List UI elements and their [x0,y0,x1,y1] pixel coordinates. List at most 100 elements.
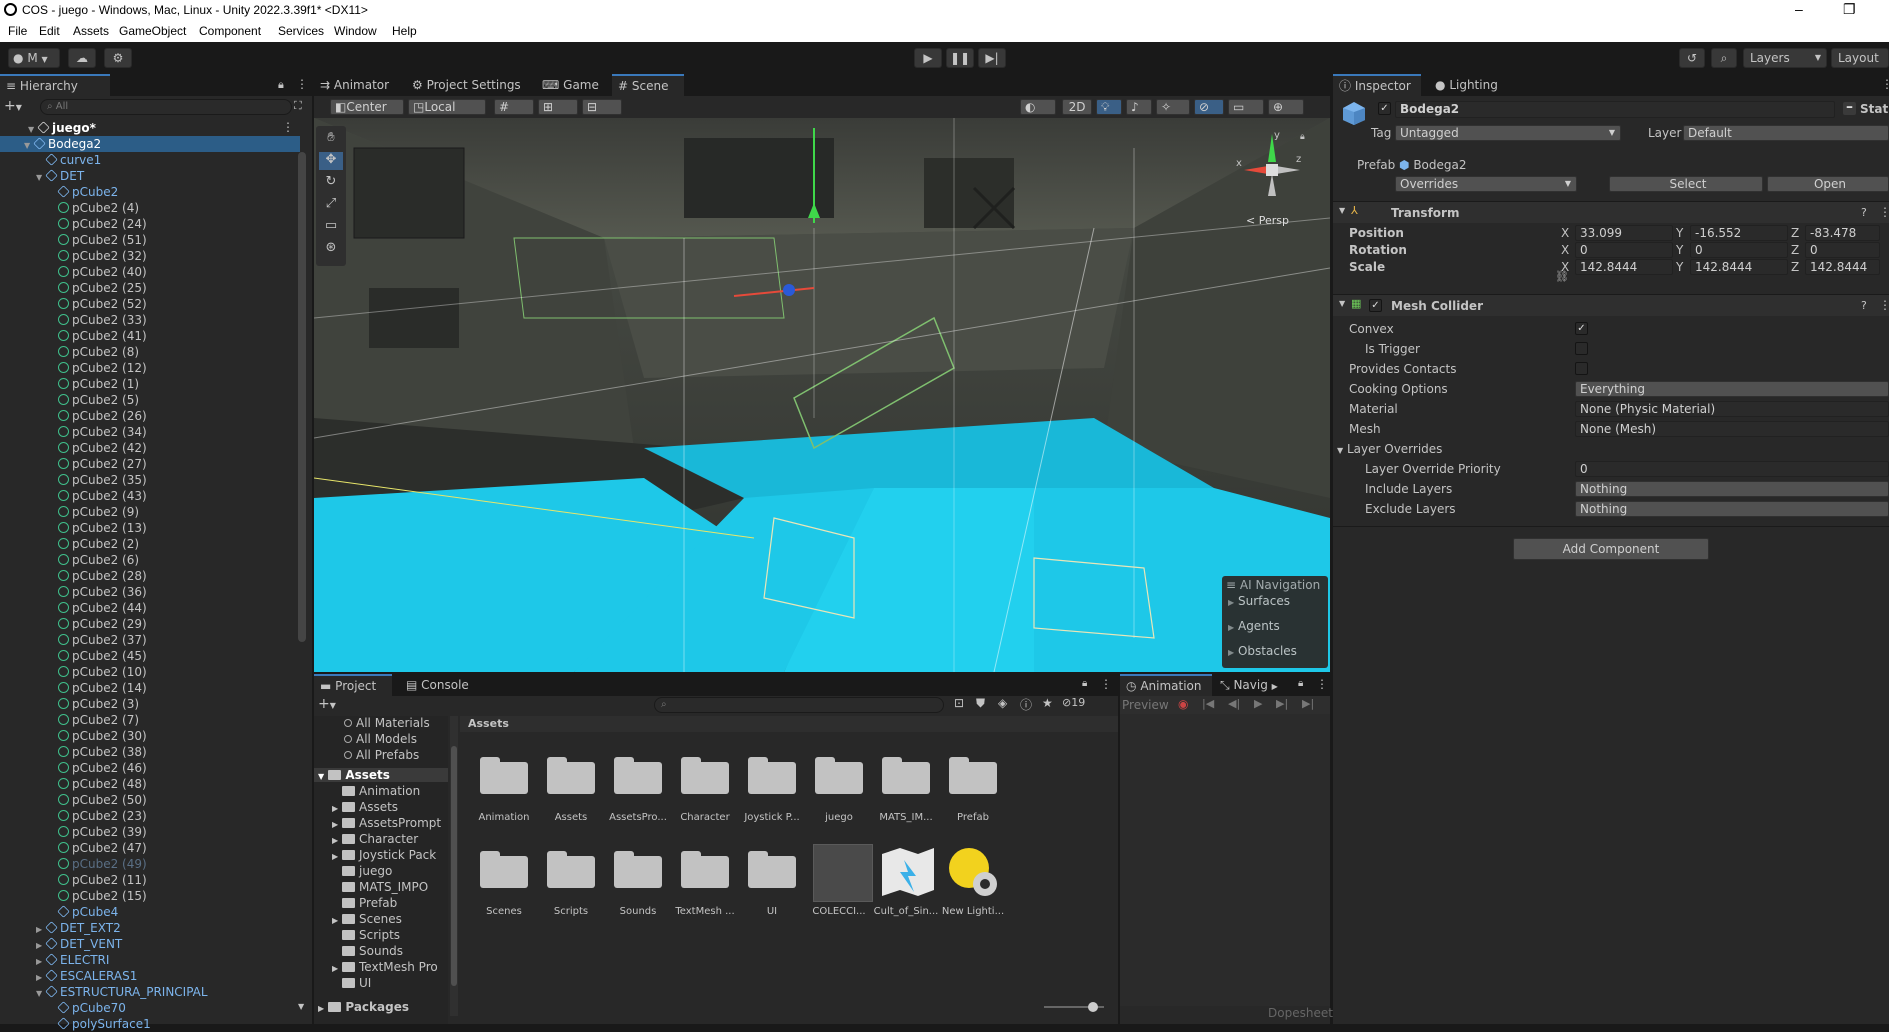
project-create-button[interactable]: +▼ [318,696,336,712]
hierarchy-item[interactable]: pCube2 (45) [48,648,147,664]
favorite-all-materials[interactable]: All Materials [344,716,430,730]
overrides-dropdown[interactable]: Overrides ▼ [1395,176,1577,192]
play-button[interactable]: ▶ [914,48,942,68]
ai-nav-obstacles[interactable]: ▶ Obstacles [1228,644,1297,658]
chevron-down-icon[interactable]: ▼ [24,138,34,154]
is-trigger-checkbox[interactable] [1575,342,1588,355]
hierarchy-item[interactable]: pCube2 (26) [48,408,147,424]
tab-project[interactable]: ▬ Project [314,674,392,696]
hierarchy-item[interactable]: pCube2 (51) [48,232,147,248]
hidden-packages-counter[interactable]: ⊘19 [1062,696,1085,709]
tree-folder-item[interactable]: ▶ Joystick Pack [332,848,436,862]
menu-gameobject[interactable]: GameObject [119,24,186,38]
orientation-gizmo[interactable]: y x z [1232,130,1312,210]
menu-window[interactable]: Window [334,24,377,38]
menu-component[interactable]: Component [199,24,261,38]
scroll-down-icon[interactable]: ▼ [298,1002,304,1011]
menu-file[interactable]: File [8,24,27,38]
preview-toggle[interactable]: Preview [1122,698,1169,712]
asset-tile[interactable]: New Lighti... [933,844,1013,932]
hierarchy-item[interactable]: pCube2 (29) [48,616,147,632]
hierarchy-item[interactable]: pCube2 (2) [48,536,139,552]
prev-key-icon[interactable]: ◀| [1228,697,1240,710]
chevron-right-icon[interactable]: ▶ [332,836,342,845]
toggle-2d-button[interactable]: 2D [1062,99,1092,115]
cooking-options-dropdown[interactable]: Everything [1575,381,1889,397]
exclude-layers-dropdown[interactable]: Nothing [1575,501,1889,517]
tree-folder-item[interactable]: ▶ Character [332,832,418,846]
ai-nav-surfaces[interactable]: ▶ Surfaces [1228,594,1290,608]
project-tree-scrollbar[interactable] [450,716,458,1016]
tab-console[interactable]: ▤ Console [400,674,478,696]
audio-toggle[interactable]: ♪ [1126,99,1152,115]
info-icon[interactable]: ⓘ [1020,696,1032,713]
undo-history-button[interactable]: ↺ [1679,48,1705,68]
component-menu-icon[interactable]: ⋮ [1879,205,1889,219]
minimize-button[interactable]: – [1795,1,1803,17]
layout-dropdown[interactable]: Layout [1831,48,1889,68]
cloud-button[interactable]: ☁ [68,48,96,68]
step-button[interactable]: ▶| [978,48,1006,68]
axis-z-label[interactable]: Z [1791,226,1799,240]
hierarchy-item[interactable]: polySurface1 [48,1016,151,1032]
hierarchy-item[interactable]: pCube2 (27) [48,456,147,472]
project-search-input[interactable]: ⌕ [654,697,944,713]
scroll-thumb[interactable] [451,746,457,986]
tree-folder-item[interactable]: ▶ Scenes [332,912,402,926]
chevron-down-icon[interactable]: ▼ [36,986,46,1002]
collab-button[interactable]: ⚙ [104,48,132,68]
project-breadcrumb[interactable]: Assets [460,716,1118,732]
tree-folder-item[interactable]: UI [332,976,371,990]
prefab-asset-link[interactable]: ⬢ Bodega2 [1399,158,1467,172]
search-filter-icon[interactable]: ⛶ [294,99,302,113]
axis-y-label[interactable]: Y [1676,226,1683,240]
hierarchy-item[interactable]: pCube2 (35) [48,472,147,488]
hierarchy-item[interactable]: pCube70 [48,1000,126,1016]
material-field[interactable]: None (Physic Material) [1575,401,1889,417]
label-icon[interactable]: ◈ [998,696,1007,710]
constrain-proportions-icon[interactable]: ⛓ [1555,270,1569,283]
hierarchy-item[interactable]: pCube2 (30) [48,728,147,744]
snap-increment-dropdown[interactable]: ⊞ [538,99,578,115]
hierarchy-item[interactable]: pCube2 (43) [48,488,147,504]
hierarchy-item[interactable]: pCube2 (14) [48,680,147,696]
mesh-collider-header[interactable]: ▼ ▦ ✓ Mesh Collider ? ⋮ [1333,294,1889,316]
hierarchy-item[interactable]: ▼ ESTRUCTURA_PRINCIPAL [36,984,208,1000]
hierarchy-item[interactable]: pCube2 (41) [48,328,147,344]
scene-root[interactable]: ▼ juego* [28,120,96,136]
hierarchy-item[interactable]: curve1 [36,152,101,168]
hierarchy-item[interactable]: pCube2 (34) [48,424,147,440]
tree-folder-item[interactable]: Prefab [332,896,397,910]
transform-y-input[interactable]: -16.552 [1690,225,1788,241]
search-by-label-icon[interactable]: ⛊ [976,696,985,711]
hierarchy-item[interactable]: pCube2 (44) [48,600,147,616]
gizmos-dropdown[interactable]: ⊕ [1268,99,1304,115]
transform-y-input[interactable]: 0 [1690,242,1788,258]
layer-overrides-foldout[interactable]: ▼ Layer Overrides [1337,442,1442,456]
first-key-icon[interactable]: |◀ [1202,697,1214,710]
hierarchy-item[interactable]: ▶ ESCALERAS1 [36,968,137,984]
hierarchy-item[interactable]: pCube2 (50) [48,792,147,808]
menu-services[interactable]: Services [278,24,324,38]
static-toggle[interactable]: – [1843,100,1856,115]
tab-inspector[interactable]: ⓘ Inspector [1333,74,1421,96]
lock-icon[interactable]: 🔒︎ [1298,678,1303,689]
hierarchy-item[interactable]: pCube2 (49) [48,856,147,872]
lock-icon[interactable]: 🔒︎ [1082,678,1087,689]
slider-thumb[interactable] [1088,1002,1098,1012]
axis-y-label[interactable]: Y [1676,243,1683,257]
help-icon[interactable]: ? [1861,206,1867,219]
hierarchy-item[interactable]: pCube2 (12) [48,360,147,376]
tree-folder-item[interactable]: MATS_IMPO [332,880,428,894]
play-icon[interactable]: ▶ [1254,697,1262,710]
chevron-right-icon[interactable]: ▶ [332,964,342,973]
kebab-menu-icon[interactable]: ⋮ [1316,677,1328,691]
hierarchy-item[interactable]: ▶ ELECTRI [36,952,109,968]
transform-z-input[interactable]: -83.478 [1805,225,1880,241]
transform-z-input[interactable]: 0 [1805,242,1880,258]
hidden-objects-toggle[interactable]: ⊘ [1194,99,1224,115]
gizmo-lock-icon[interactable]: 🔒︎ [1300,132,1305,142]
record-icon[interactable]: ◉ [1178,697,1188,711]
tab-game[interactable]: ⌨ Game [536,74,600,96]
menu-help[interactable]: Help [392,24,417,38]
